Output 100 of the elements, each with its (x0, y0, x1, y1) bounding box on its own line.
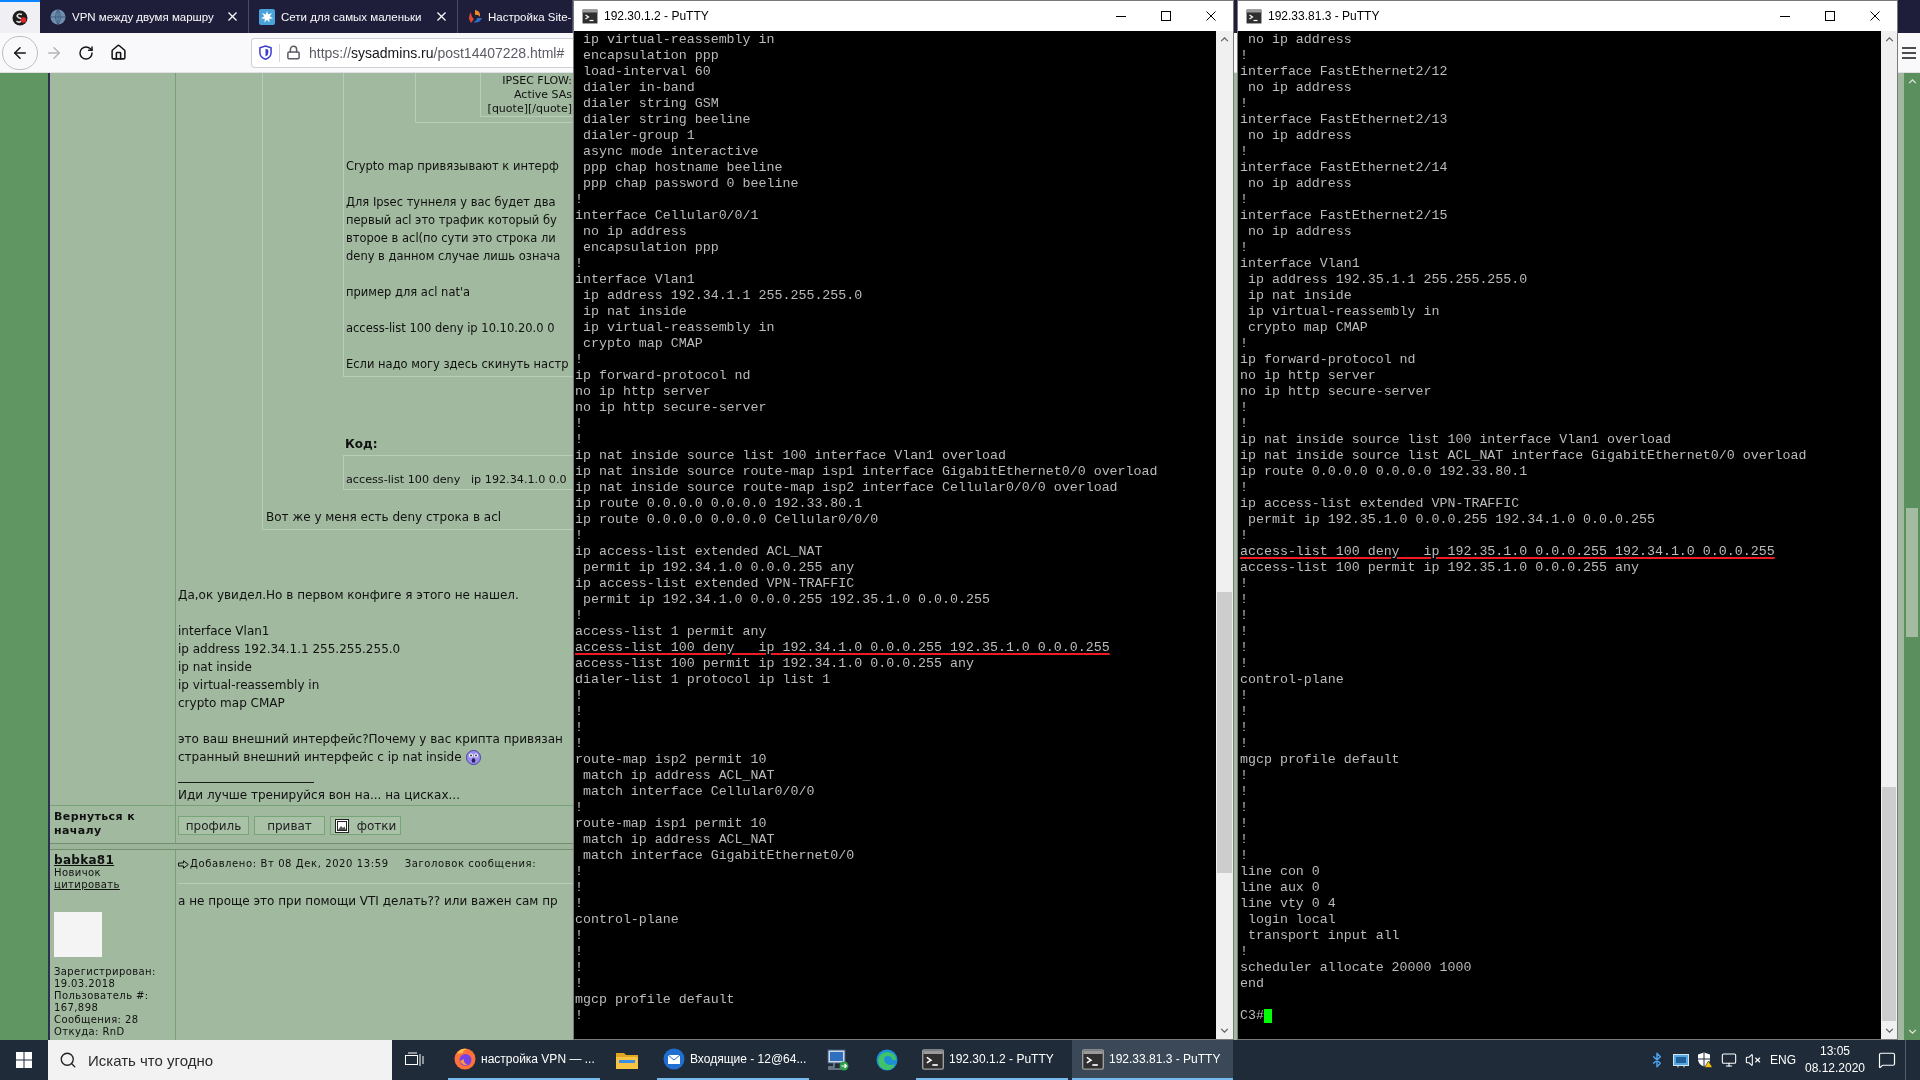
terminal-line: ! (575, 704, 583, 720)
terminal-line: permit ip 192.34.1.0 0.0.0.255 any (581, 560, 855, 576)
terminal-line: control-plane (1240, 672, 1344, 688)
terminal-line: no ip http server (1240, 368, 1376, 384)
terminal-icon (922, 1048, 944, 1070)
terminal-line: match ip address ACL_NAT (581, 832, 775, 848)
speech-bubble-icon[interactable] (1878, 1051, 1896, 1069)
post-text: странный внешний интерфейс с ip nat inside (178, 749, 462, 766)
post-action-button[interactable]: фотки (330, 816, 401, 835)
terminal-line: ! (1240, 400, 1248, 416)
terminal-line: access-list 100 deny ip 192.34.1.0 0.0.0.255 192.35.1.0 0.0.0.255 (575, 640, 1110, 656)
terminal-line: ! (1240, 848, 1248, 864)
clock-time[interactable]: 13:05 (1820, 1043, 1850, 1060)
close-icon (1869, 11, 1880, 21)
terminal-line: ! (575, 416, 583, 432)
code-label: Код: (345, 437, 378, 451)
terminal-line: ip address 192.34.1.1 255.255.255.0 (581, 288, 863, 304)
terminal-line: load-interval 60 (581, 64, 711, 80)
terminal-line: crypto map CMAP (1246, 320, 1368, 336)
terminal-line: line aux 0 (1240, 880, 1320, 896)
star-burst-icon (259, 8, 275, 25)
terminal-line: ! (1240, 656, 1248, 672)
terminal-line: no ip http secure-server (1240, 384, 1432, 400)
post-action-button[interactable]: профиль (178, 816, 249, 835)
speaker-muted-icon[interactable] (1745, 1052, 1761, 1068)
window-title: 192.30.1.2 - PuTTY (604, 8, 709, 24)
terminal-line: ppp chap password 0 beeline (581, 176, 799, 192)
terminal-line: no ip address (1246, 80, 1352, 96)
terminal-line: interface Vlan1 (1240, 256, 1360, 272)
terminal-line: control-plane (575, 912, 679, 928)
chevron-up-icon (1220, 37, 1229, 42)
terminal-line: ! (1240, 832, 1248, 848)
terminal-line: ! (575, 608, 583, 624)
chevron-down-icon (1220, 1028, 1229, 1033)
terminal-line: ! (1240, 416, 1248, 432)
terminal-line: ! (1240, 800, 1248, 816)
envelope-icon (663, 1048, 685, 1070)
avatar-placeholder (54, 912, 102, 957)
terminal-line: scheduler allocate 20000 1000 (1240, 960, 1472, 976)
post-action-button[interactable]: приват (254, 816, 325, 835)
swirl-icon (467, 8, 483, 25)
terminal-line: ip virtual-reassembly in (581, 320, 775, 336)
terminal-line: ! (1240, 784, 1248, 800)
home-icon (109, 44, 127, 61)
terminal-line: access-list 100 permit ip 192.35.1.0 0.0.0.255 any (1240, 560, 1639, 576)
post-text: ip virtual-reassembly in (178, 677, 320, 694)
terminal-line: ip route 0.0.0.0 0.0.0.0 Cellular0/0/0 (575, 512, 879, 528)
post-text: crypto map CMAP (178, 695, 285, 712)
shield-warning-icon[interactable] (1697, 1052, 1713, 1068)
back-to-top-link[interactable]: Вернуться к началу (54, 810, 175, 838)
globe-icon (50, 8, 66, 25)
taskbar-app[interactable]: 192.33.81.3 - PuTTY (1072, 1040, 1233, 1080)
search-field[interactable]: Искать что угодно (48, 1040, 392, 1080)
monitor-icon[interactable] (1721, 1052, 1737, 1068)
terminal-line: line vty 0 4 (1240, 896, 1336, 912)
terminal-line: match interface GigabitEthernet0/0 (581, 848, 855, 864)
terminal-line: interface Cellular0/0/1 (575, 208, 759, 224)
terminal-line: ! (1240, 640, 1248, 656)
terminal-line: match interface Cellular0/0/0 (581, 784, 815, 800)
terminal-line: ppp chap hostname beeline (581, 160, 783, 176)
terminal-line: no ip address (1246, 224, 1352, 240)
chevron-up-icon (1907, 79, 1917, 84)
scroll-thumb[interactable] (1906, 508, 1918, 637)
profile-info: Пользователь #: 167,898 (54, 990, 150, 1014)
terminal-line: ! (1240, 576, 1248, 592)
clock-date[interactable]: 08.12.2020 (1804, 1060, 1866, 1077)
arrow-right-icon (178, 859, 189, 869)
quote-link[interactable]: цитировать (54, 879, 120, 891)
taskbar-app[interactable]: настройка VPN — ... (448, 1040, 600, 1080)
address-bar[interactable]: https://sysadmins.ru/post14407228.html# (251, 37, 573, 68)
code-block: access-list 100 deny ip 192.34.1.0 0.0 (343, 455, 573, 490)
profile-info: Откуда: RnD (54, 1026, 125, 1038)
terminal-line: ! (575, 928, 583, 944)
terminal-line: ip nat inside (581, 304, 687, 320)
panel-icon[interactable] (1673, 1052, 1689, 1068)
post-date: Добавлено: Вт 08 Дек, 2020 13:59 (190, 857, 389, 871)
profile-info: Сообщения: 28 (54, 1014, 139, 1026)
terminal-line: ip route 0.0.0.0 0.0.0.0 192.33.80.1 (575, 496, 863, 512)
round-logo-icon (12, 9, 28, 26)
language-indicator[interactable]: ENG (1770, 1052, 1796, 1068)
terminal-line: no ip address (1246, 128, 1352, 144)
terminal-line: ip virtual-reassembly in (1246, 304, 1440, 320)
terminal-line: ip forward-protocol nd (1240, 352, 1416, 368)
author-link[interactable]: babka81 (54, 853, 115, 867)
terminal-line: ip route 0.0.0.0 0.0.0.0 192.33.80.1 (1240, 464, 1528, 480)
command-prompt: C3# (1240, 1008, 1264, 1024)
chevron-up-icon (1884, 37, 1894, 42)
lock-icon (286, 45, 301, 60)
terminal-line: ip nat inside (1246, 288, 1352, 304)
terminal-line: ! (1240, 944, 1248, 960)
scroll-thumb[interactable] (1217, 592, 1232, 873)
scroll-thumb[interactable] (1882, 787, 1896, 1021)
close-icon (1205, 11, 1216, 21)
terminal-line: ! (1240, 528, 1248, 544)
terminal-line: no ip http secure-server (575, 400, 767, 416)
terminal-line: encapsulation ppp (581, 48, 719, 64)
terminal-line: ! (1240, 96, 1248, 112)
user-rank: Новичок (54, 867, 101, 879)
browser-tab[interactable] (0, 0, 40, 33)
quote-text: deny в данном случае лишь означа (346, 248, 561, 265)
